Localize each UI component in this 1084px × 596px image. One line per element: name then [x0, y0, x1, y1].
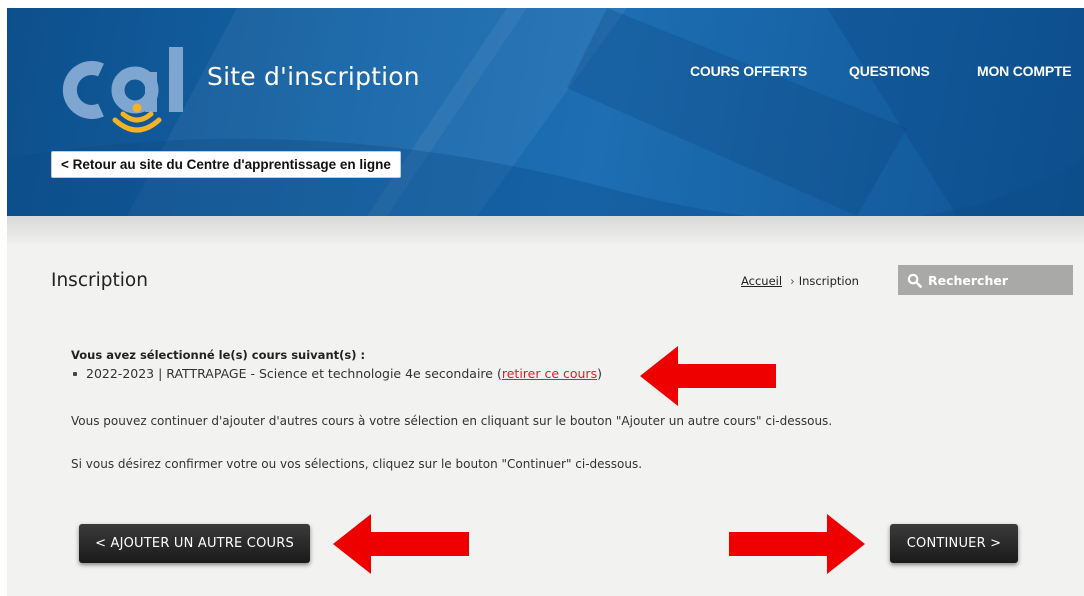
continue-button[interactable]: CONTINUER >	[890, 524, 1018, 563]
search-box[interactable]	[898, 265, 1073, 295]
confirm-instructions: Si vous désirez confirmer votre ou vos s…	[71, 457, 643, 471]
selected-course-item: 2022-2023 | RATTRAPAGE - Science et tech…	[71, 366, 971, 381]
bullet-icon	[73, 371, 77, 376]
page-title: Inscription	[51, 270, 148, 291]
remove-paren-close: )	[597, 366, 602, 381]
header-shadow	[7, 216, 1084, 246]
breadcrumb-home-link[interactable]: Accueil	[741, 274, 782, 288]
page: Site d'inscription COURS OFFERTS QUESTIO…	[7, 8, 1084, 596]
breadcrumb-current: Inscription	[798, 274, 859, 288]
site-title: Site d'inscription	[207, 62, 420, 91]
add-more-instructions: Vous pouvez continuer d'ajouter d'autres…	[71, 414, 833, 428]
back-to-main-site-button[interactable]: < Retour au site du Centre d'apprentissa…	[51, 151, 401, 178]
breadcrumb-separator: ›	[790, 274, 795, 288]
breadcrumb: Accueil › Inscription	[741, 274, 859, 288]
course-name: 2022-2023 | RATTRAPAGE - Science et tech…	[86, 366, 493, 381]
cal-logo	[62, 47, 183, 133]
nav-questions[interactable]: QUESTIONS	[849, 63, 930, 79]
site-header: Site d'inscription COURS OFFERTS QUESTIO…	[7, 8, 1084, 216]
red-arrow-icon	[333, 514, 469, 574]
search-input[interactable]	[928, 272, 1068, 288]
selection-heading: Vous avez sélectionné le(s) cours suivan…	[71, 348, 366, 362]
nav-cours-offerts[interactable]: COURS OFFERTS	[690, 63, 807, 79]
selection-summary: Vous avez sélectionné le(s) cours suivan…	[71, 348, 971, 381]
nav-mon-compte[interactable]: MON COMPTE	[977, 63, 1072, 79]
remove-course-link[interactable]: retirer ce cours	[502, 366, 597, 381]
add-another-course-button[interactable]: < AJOUTER UN AUTRE COURS	[79, 524, 310, 563]
red-arrow-icon	[640, 346, 776, 406]
magnifier-icon	[907, 273, 922, 288]
red-arrow-icon	[729, 514, 865, 574]
